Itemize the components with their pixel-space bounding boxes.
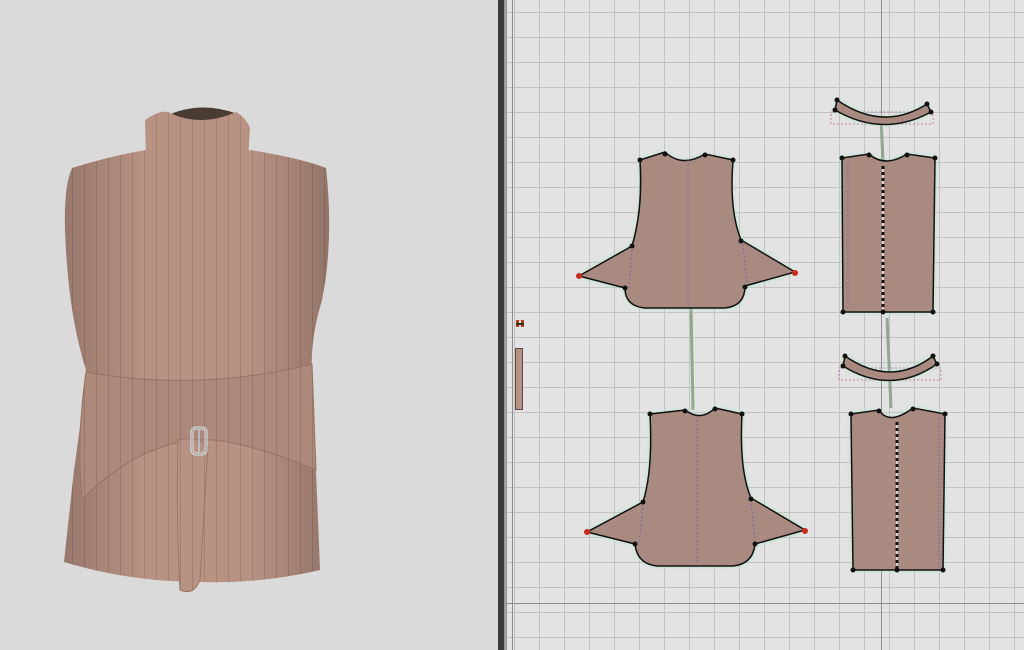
- 2d-pattern-window[interactable]: [507, 0, 1024, 650]
- front-bodice-piece[interactable]: [576, 151, 798, 309]
- sewing-line: [885, 317, 893, 409]
- back-bodice-piece[interactable]: [584, 406, 808, 567]
- 3d-viewport[interactable]: [0, 0, 498, 650]
- front-panel-piece[interactable]: [839, 152, 938, 315]
- sewing-line: [879, 119, 885, 161]
- sewing-line: [689, 305, 695, 411]
- garment-render[interactable]: [0, 0, 498, 650]
- back-panel-piece[interactable]: [848, 406, 948, 573]
- collar-front-piece[interactable]: [830, 97, 934, 126]
- pattern-pieces[interactable]: [507, 0, 1024, 650]
